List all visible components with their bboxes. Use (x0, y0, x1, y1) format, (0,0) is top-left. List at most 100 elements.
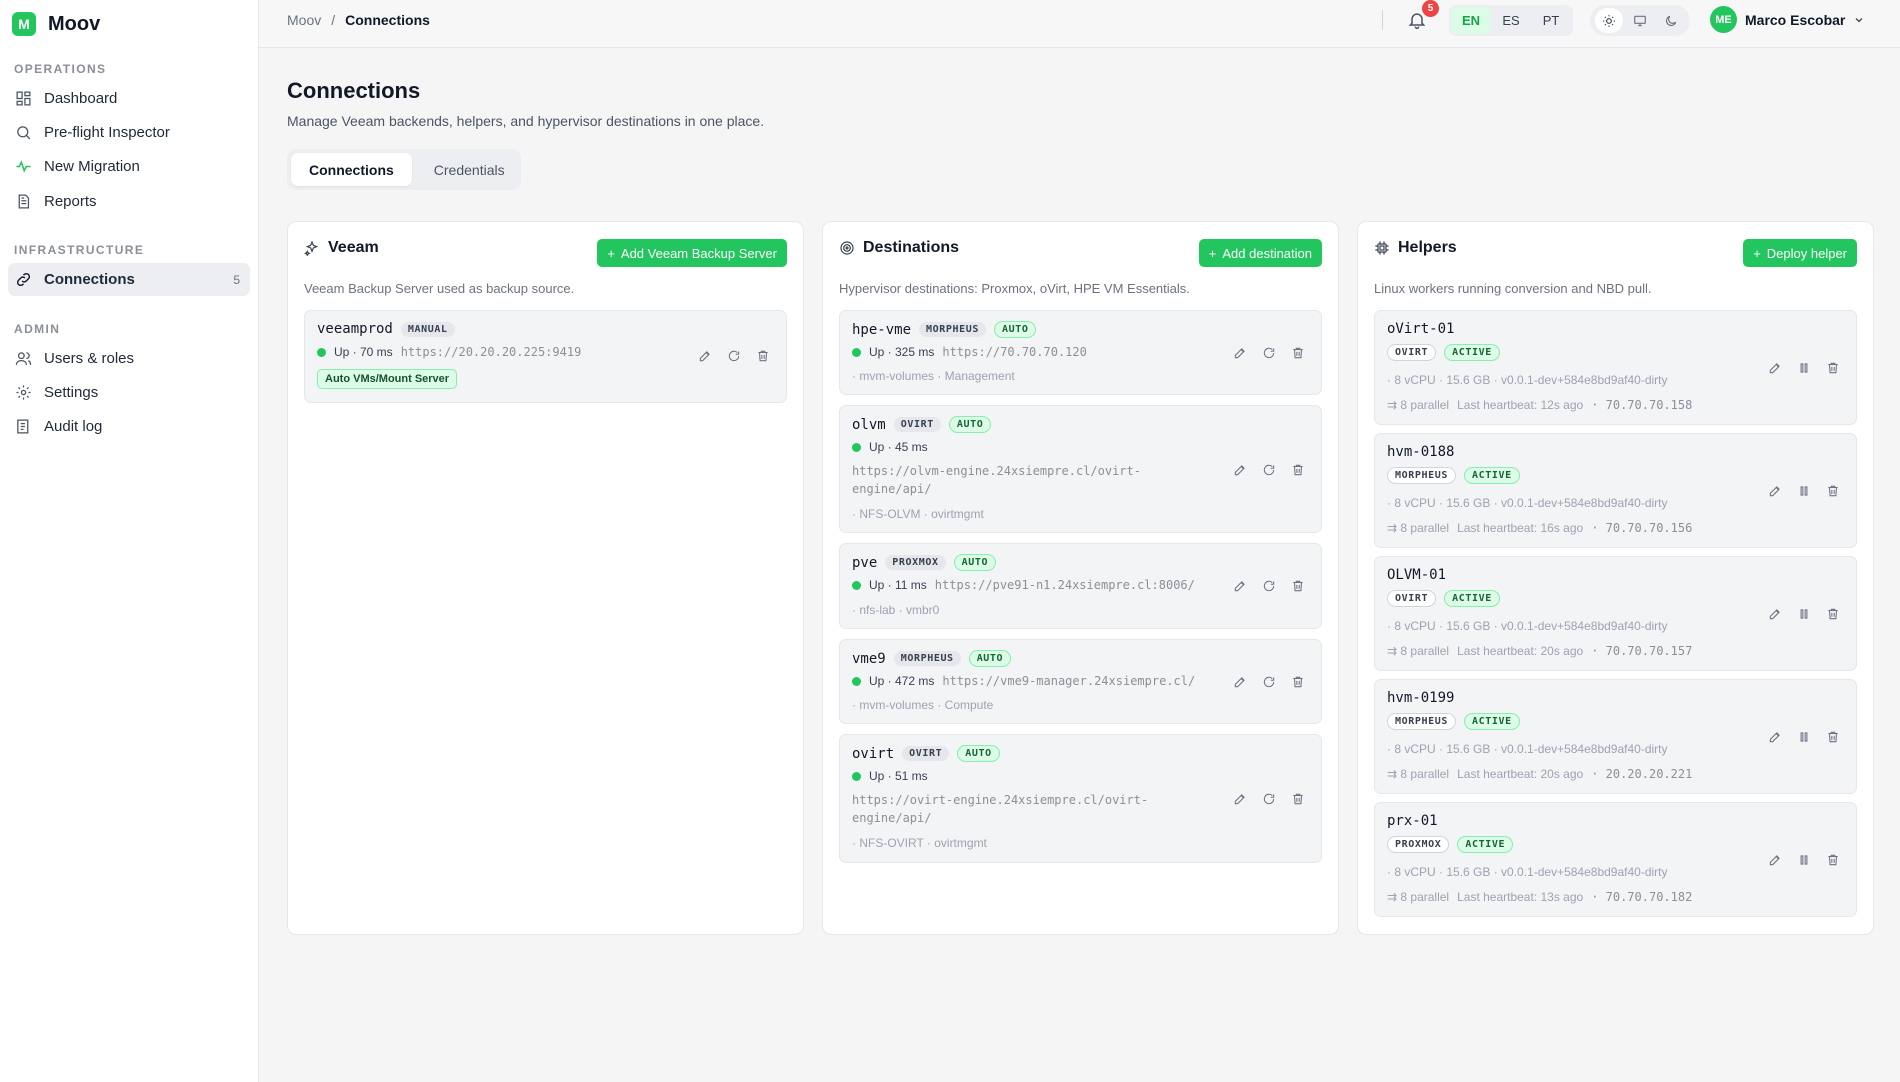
sidebar-item-settings[interactable]: Settings (8, 376, 250, 409)
trash-icon[interactable] (1826, 607, 1840, 621)
helper-card[interactable]: prx-01 PROXMOX ACTIVE · 8 vCPU · 15.6 GB… (1374, 802, 1857, 917)
destination-name: vme9 (852, 650, 886, 667)
sidebar-item-dashboard[interactable]: Dashboard (8, 82, 250, 115)
type-badge: OVIRT (1387, 344, 1437, 361)
sidebar-item-preflight[interactable]: Pre-flight Inspector (8, 116, 250, 149)
helper-parallel: ⇉ 8 parallel (1387, 644, 1450, 658)
tab-credentials[interactable]: Credentials (416, 153, 523, 186)
trash-icon[interactable] (1826, 484, 1840, 498)
notification-badge: 5 (1422, 0, 1439, 17)
edit-icon[interactable] (1233, 463, 1247, 477)
helper-card[interactable]: hvm-0188 MORPHEUS ACTIVE · 8 vCPU · 15.6… (1374, 433, 1857, 548)
sun-icon (1603, 14, 1616, 27)
destination-card[interactable]: olvm OVIRT AUTO Up · 45 ms https://olvm-… (839, 405, 1322, 533)
card-actions (1768, 484, 1840, 498)
brand-name: Moov (48, 12, 101, 35)
destination-card[interactable]: hpe-vme MORPHEUS AUTO Up · 325 ms https:… (839, 310, 1322, 395)
veeam-panel-description: Veeam Backup Server used as backup sourc… (304, 281, 575, 296)
refresh-icon[interactable] (1262, 463, 1276, 477)
trash-icon[interactable] (1291, 675, 1305, 689)
helpers-panel-description: Linux workers running conversion and NBD… (1374, 281, 1652, 296)
tab-connections[interactable]: Connections (291, 153, 412, 186)
edit-icon[interactable] (1768, 730, 1782, 744)
destination-meta: · NFS-OLVM · ovirtmgmt (852, 507, 984, 521)
helper-ip: · 20.20.20.221 (1591, 767, 1693, 781)
card-actions (1233, 579, 1305, 593)
theme-light-button[interactable] (1595, 8, 1624, 33)
theme-system-button[interactable] (1626, 8, 1654, 33)
pause-icon[interactable] (1797, 607, 1811, 621)
helper-name: oVirt-01 (1387, 321, 1455, 337)
destinations-panel: Destinations + Add destination Hyperviso… (822, 221, 1339, 935)
refresh-icon[interactable] (1262, 346, 1276, 360)
add-destination-button[interactable]: + Add destination (1198, 239, 1322, 267)
user-menu[interactable]: ME Marco Escobar (1710, 6, 1865, 33)
refresh-icon[interactable] (1262, 792, 1276, 806)
helper-card[interactable]: oVirt-01 OVIRT ACTIVE · 8 vCPU · 15.6 GB… (1374, 310, 1857, 425)
brand[interactable]: M Moov (12, 12, 100, 36)
trash-icon[interactable] (1826, 730, 1840, 744)
sidebar-item-audit-log[interactable]: Audit log (8, 410, 250, 443)
sidebar-item-reports[interactable]: Reports (8, 185, 250, 218)
type-badge: OVIRT (1387, 590, 1437, 607)
helper-ip: · 70.70.70.182 (1591, 890, 1693, 904)
trash-icon[interactable] (1291, 579, 1305, 593)
lang-es[interactable]: ES (1491, 7, 1531, 34)
trash-icon[interactable] (1291, 792, 1305, 806)
pause-icon[interactable] (1797, 853, 1811, 867)
refresh-icon[interactable] (727, 349, 741, 363)
status-text: Up · 325 ms (869, 345, 935, 359)
edit-icon[interactable] (1233, 675, 1247, 689)
edit-icon[interactable] (698, 349, 712, 363)
destination-url: https://pve91-n1.24xsiempre.cl:8006/ (934, 578, 1195, 592)
sidebar-item-users[interactable]: Users & roles (8, 342, 250, 375)
helper-specs: · 8 vCPU · 15.6 GB · v0.0.1-dev+584e8bd9… (1387, 496, 1668, 510)
trash-icon[interactable] (1291, 463, 1305, 477)
sidebar-item-connections[interactable]: Connections 5 (8, 263, 250, 296)
cpu-icon (1375, 241, 1389, 255)
helper-card[interactable]: OLVM-01 OVIRT ACTIVE · 8 vCPU · 15.6 GB … (1374, 556, 1857, 671)
state-badge: ACTIVE (1444, 590, 1500, 607)
edit-icon[interactable] (1768, 484, 1782, 498)
destinations-panel-description: Hypervisor destinations: Proxmox, oVirt,… (839, 281, 1190, 296)
sidebar-item-label: Users & roles (44, 350, 135, 367)
breadcrumb-root[interactable]: Moov (287, 12, 321, 28)
edit-icon[interactable] (1233, 346, 1247, 360)
deploy-helper-button[interactable]: + Deploy helper (1743, 239, 1857, 267)
edit-icon[interactable] (1768, 361, 1782, 375)
destination-url: https://vme9-manager.24xsiempre.cl/ (942, 674, 1196, 688)
destination-card[interactable]: vme9 MORPHEUS AUTO Up · 472 ms https://v… (839, 639, 1322, 724)
edit-icon[interactable] (1768, 853, 1782, 867)
edit-icon[interactable] (1233, 579, 1247, 593)
helper-card[interactable]: hvm-0199 MORPHEUS ACTIVE · 8 vCPU · 15.6… (1374, 679, 1857, 794)
helper-parallel: ⇉ 8 parallel (1387, 521, 1450, 535)
add-veeam-server-label: Add Veeam Backup Server (620, 245, 777, 261)
refresh-icon[interactable] (1262, 579, 1276, 593)
edit-icon[interactable] (1233, 792, 1247, 806)
veeam-server-card[interactable]: veeamprod MANUAL Up · 70 ms https://20.2… (304, 310, 787, 403)
lang-en[interactable]: EN (1451, 7, 1491, 34)
destination-card[interactable]: ovirt OVIRT AUTO Up · 51 ms https://ovir… (839, 734, 1322, 863)
plus-icon: + (607, 245, 615, 261)
destination-card[interactable]: pve PROXMOX AUTO Up · 11 ms https://pve9… (839, 543, 1322, 629)
card-actions (1768, 361, 1840, 375)
type-badge: PROXMOX (885, 555, 946, 570)
add-veeam-server-button[interactable]: + Add Veeam Backup Server (597, 239, 787, 267)
helper-heartbeat: Last heartbeat: 12s ago (1457, 398, 1584, 412)
edit-icon[interactable] (1768, 607, 1782, 621)
sidebar-item-new-migration[interactable]: New Migration (8, 150, 250, 183)
pause-icon[interactable] (1797, 361, 1811, 375)
veeam-panel-title: Veeam (328, 239, 379, 256)
refresh-icon[interactable] (1262, 675, 1276, 689)
trash-icon[interactable] (756, 349, 770, 363)
trash-icon[interactable] (1826, 853, 1840, 867)
pause-icon[interactable] (1797, 484, 1811, 498)
card-actions (1233, 346, 1305, 360)
theme-dark-button[interactable] (1657, 8, 1685, 33)
trash-icon[interactable] (1291, 346, 1305, 360)
lang-pt[interactable]: PT (1531, 7, 1571, 34)
sidebar-item-label: New Migration (44, 158, 140, 175)
trash-icon[interactable] (1826, 361, 1840, 375)
avatar: ME (1710, 6, 1737, 33)
pause-icon[interactable] (1797, 730, 1811, 744)
